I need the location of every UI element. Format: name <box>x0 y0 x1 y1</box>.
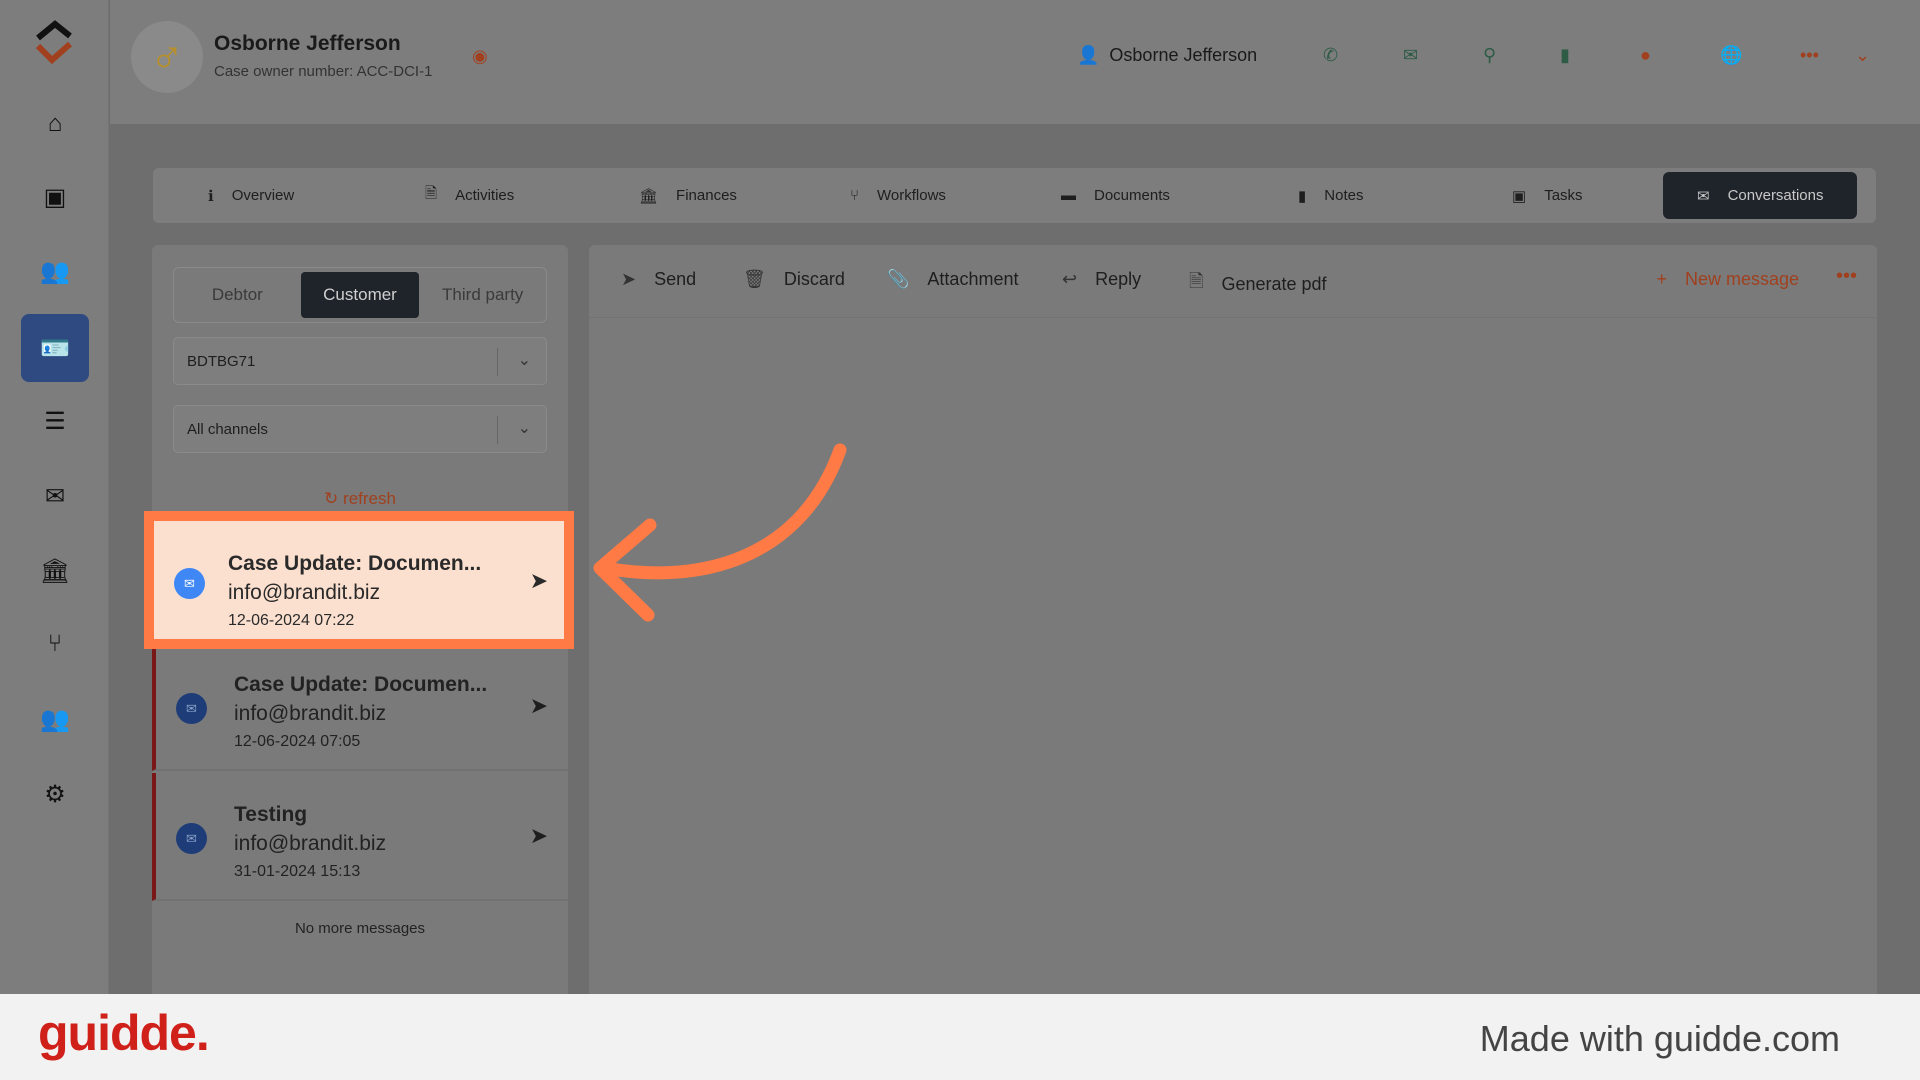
guidde-logo: guidde. <box>38 1005 210 1061</box>
annotation-arrow <box>593 443 847 622</box>
made-with-text: Made with guidde.com <box>1479 1018 1840 1059</box>
footer: guidde. Made with guidde.com <box>0 994 1920 1080</box>
